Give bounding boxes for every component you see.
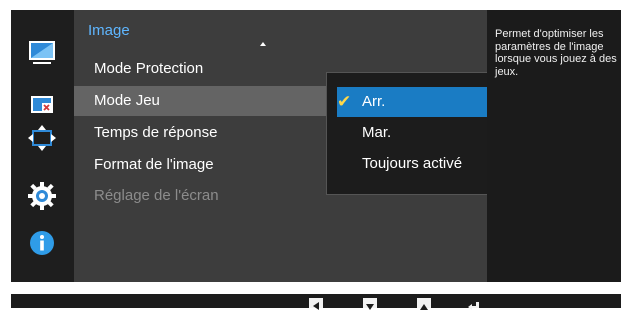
- monitor-picture-icon[interactable]: [27, 38, 57, 68]
- left-key-icon[interactable]: [309, 298, 323, 310]
- submenu-option-label: Mar.: [362, 124, 392, 141]
- submenu-option-label: Toujours activé: [362, 155, 463, 172]
- key-guide-bar: [11, 294, 621, 310]
- gear-icon[interactable]: [27, 181, 57, 211]
- submenu-option-label: Arr.: [362, 93, 386, 110]
- checkmark-icon: ✔: [337, 92, 352, 111]
- pip-icon[interactable]: [27, 89, 57, 119]
- sidebar: [11, 10, 74, 282]
- info-icon[interactable]: [27, 228, 57, 258]
- help-text: Permet d'optimiser les paramètres de l'i…: [495, 28, 617, 78]
- resize-icon[interactable]: [27, 123, 57, 153]
- up-key-icon[interactable]: [417, 298, 431, 310]
- menu-item-label: Temps de réponse: [94, 124, 218, 141]
- scroll-up-arrow-icon: [260, 42, 266, 46]
- menu-panel: Image Mode Protection Mode Jeu Temps de …: [74, 10, 540, 282]
- menu-item-label: Mode Protection: [94, 60, 204, 77]
- menu-item-label: Format de l'image: [94, 156, 214, 173]
- osd-window: Image Mode Protection Mode Jeu Temps de …: [11, 10, 621, 282]
- down-key-icon[interactable]: [363, 298, 377, 310]
- help-panel: Permet d'optimiser les paramètres de l'i…: [487, 10, 621, 282]
- enter-key-icon[interactable]: [467, 298, 481, 310]
- menu-item-label: Mode Jeu: [94, 92, 160, 109]
- menu-title: Image: [88, 22, 130, 39]
- menu-item-label: Réglage de l'écran: [94, 187, 219, 204]
